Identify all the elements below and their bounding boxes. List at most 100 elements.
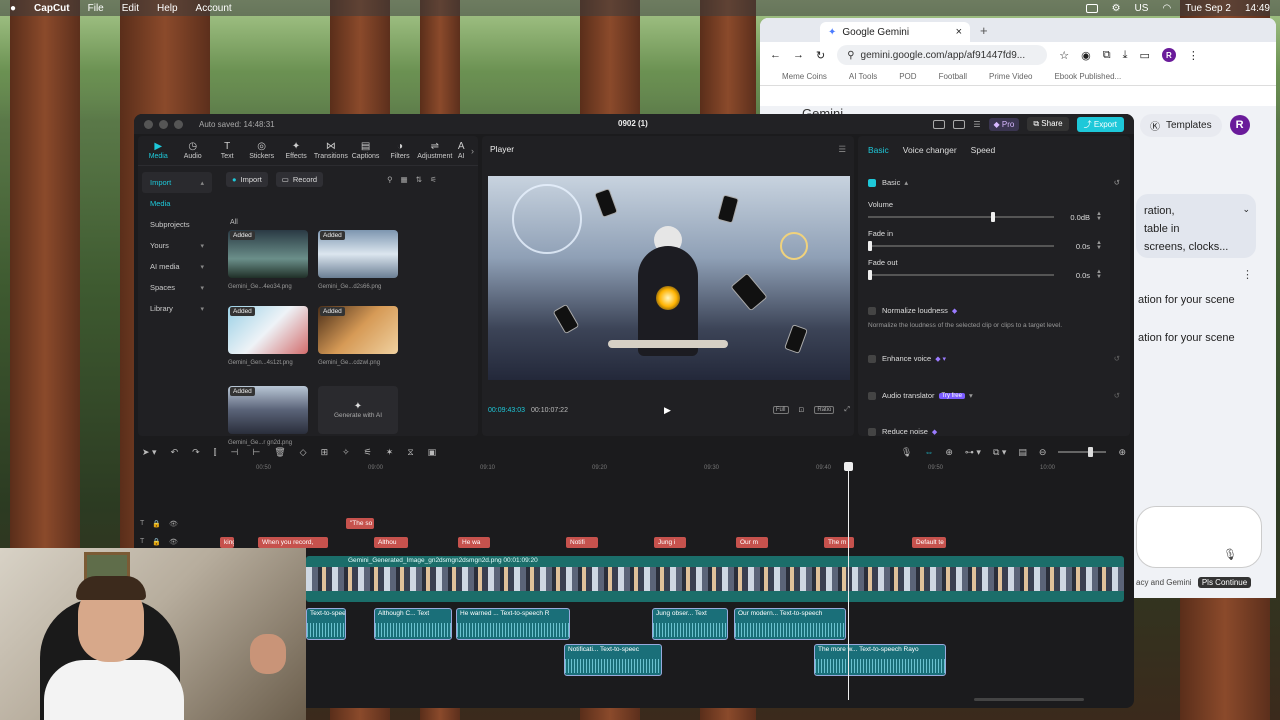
tool-filters[interactable]: ◑ Filters [384,141,416,160]
bookmark-star-icon[interactable]: ☆ [1059,49,1069,62]
gemini-avatar[interactable]: R [1229,115,1250,135]
microphone-icon[interactable]: 🎙 [1223,548,1237,561]
reduce-noise-checkbox[interactable] [868,427,876,436]
reverse-icon[interactable]: ⧖ [407,447,413,458]
profile-avatar[interactable]: R [1161,48,1176,62]
fade-in-value[interactable]: 0.0s [1076,242,1090,251]
caption-icon[interactable]: ▤ [1018,447,1027,458]
split-icon[interactable]: ⫿ [214,447,217,458]
delete-icon[interactable]: 🗑 [274,447,285,458]
full-quality-button[interactable]: Full [772,406,789,414]
time[interactable]: 14:49 [1245,3,1270,14]
layout-icon[interactable] [933,119,946,129]
text-clip[interactable]: The m [824,537,854,548]
screen-record-icon[interactable] [1085,3,1098,13]
collapse-icon[interactable]: ▴ [904,178,908,187]
import-button[interactable]: ● Import [226,172,268,187]
play-button[interactable]: ▶ [664,405,671,416]
fade-out-stepper-icon[interactable]: ▲ ▼ [1096,269,1102,280]
tool-transitions[interactable]: ⋈ Transitions [314,141,348,160]
timeline-scrollbar[interactable] [974,698,1084,701]
side-import[interactable]: Import ▴ [142,172,212,193]
menu-edit[interactable]: Edit [122,3,139,14]
tab-speed[interactable]: Speed [971,145,996,155]
bookmark-prime-video[interactable]: Prime Video [989,72,1032,81]
fade-out-knob[interactable] [868,270,872,280]
pro-button[interactable]: ◆ Pro [988,117,1020,131]
view-grid-icon[interactable]: ▦ [401,175,408,184]
bookmark-ai-tools[interactable]: AI Tools [849,72,877,81]
zoom-in-icon[interactable]: ⊕ [1118,447,1126,458]
reset-icon[interactable]: ↺ [1114,354,1120,363]
extensions-icon[interactable]: ⧉ [1103,49,1111,62]
text-track-controls[interactable]: T 🔒 👁 [140,538,178,546]
volume-stepper-icon[interactable]: ▲ ▼ [1096,211,1102,222]
date[interactable]: Tue Sep 2 [1185,3,1231,14]
text-clip[interactable]: "The so [346,518,374,529]
site-info-icon[interactable]: ⚲ [847,50,854,61]
bookmark-ebook[interactable]: Ebook Published... [1054,72,1121,81]
window-controls[interactable] [144,119,183,129]
chevron-down-icon[interactable]: ▾ [969,391,973,400]
enhance-voice-checkbox[interactable] [868,354,876,363]
apple-icon[interactable]: ● [10,3,16,14]
tab-google-gemini[interactable]: ✦ Google Gemini × [820,22,970,42]
chevron-right-icon[interactable]: › [471,146,474,156]
side-yours[interactable]: Yours ▾ [142,235,212,256]
text-clip[interactable]: Our m [736,537,768,548]
text-clip[interactable]: Notifi [566,537,598,548]
menu-icon[interactable]: ☰ [973,120,980,129]
forward-icon[interactable]: → [793,49,804,61]
screenshot-icon[interactable]: ⊡ [799,406,805,414]
export-button[interactable]: ⤴ Export [1076,116,1124,132]
fade-in-knob[interactable] [868,241,872,251]
gemini-prompt-input[interactable]: 🎙 [1136,506,1262,568]
tool-adjustment[interactable]: ⇌ Adjustment [417,141,452,160]
audio-clip[interactable]: Although C... Text [374,608,452,640]
crop-icon[interactable]: ⊞ [321,447,329,458]
video-preview[interactable] [488,176,850,380]
download-icon[interactable]: ⤓ [1123,49,1128,62]
menu-account[interactable]: Account [196,3,232,14]
audio-clip[interactable]: Jung obser... Text [652,608,728,640]
shield-icon[interactable]: ◇ [300,447,307,458]
basic-checkbox[interactable] [868,178,876,187]
text-clip[interactable]: Default te [912,537,946,548]
media-thumbnail[interactable]: Added [228,306,308,354]
audio-clip[interactable]: Our modern... Text-to-speech [734,608,846,640]
undo-icon[interactable]: ↶ [171,447,179,458]
text-clip[interactable]: When you record, [258,537,328,548]
address-bar[interactable]: ⚲ gemini.google.com/app/af91447fd9... [837,45,1048,65]
preview-axis-icon[interactable]: ⊶ ▾ [965,447,981,458]
generate-with-ai-button[interactable]: ✦ Generate with AI [318,386,398,434]
link-icon[interactable]: ⇔ [924,447,933,457]
wifi-icon[interactable]: ◠ [1162,3,1171,14]
reset-icon[interactable]: ↺ [1114,391,1120,400]
filter-icon[interactable]: ⚟ [430,175,437,184]
side-ai-media[interactable]: AI media ▾ [142,256,212,277]
text-clip[interactable]: king [220,537,234,548]
ratio-button[interactable]: Ratio [814,406,835,414]
split-left-icon[interactable]: ⊣ [231,447,239,458]
shortcut-icon[interactable] [953,119,966,129]
more-options-icon[interactable]: ⋮ [1242,268,1253,281]
text-track-controls[interactable]: T 🔒 👁 [140,520,178,528]
menu-file[interactable]: File [88,3,104,14]
reload-icon[interactable]: ↻ [816,49,825,62]
media-thumbnail[interactable]: Added [228,386,308,434]
media-thumbnail[interactable]: Added [318,230,398,278]
menu-help[interactable]: Help [157,3,178,14]
tool-captions[interactable]: ▤ Captions [349,141,381,160]
side-spaces[interactable]: Spaces ▾ [142,277,212,298]
chrome-menu-icon[interactable]: ⋮ [1188,49,1199,62]
tool-audio[interactable]: ◷ Audio [176,141,208,160]
timeline-playhead[interactable] [844,462,853,700]
microphone-icon[interactable]: 🎙 [901,447,912,458]
continue-button[interactable]: Pls Continue [1197,577,1252,588]
normalize-checkbox[interactable] [868,306,876,315]
media-thumbnail[interactable]: Added [318,306,398,354]
zoom-out-icon[interactable]: ⊖ [1039,447,1047,458]
audio-clip[interactable]: Notificati... Text-to-speec [564,644,662,676]
fade-out-slider[interactable] [868,270,1054,280]
fade-in-stepper-icon[interactable]: ▲ ▼ [1096,240,1102,251]
